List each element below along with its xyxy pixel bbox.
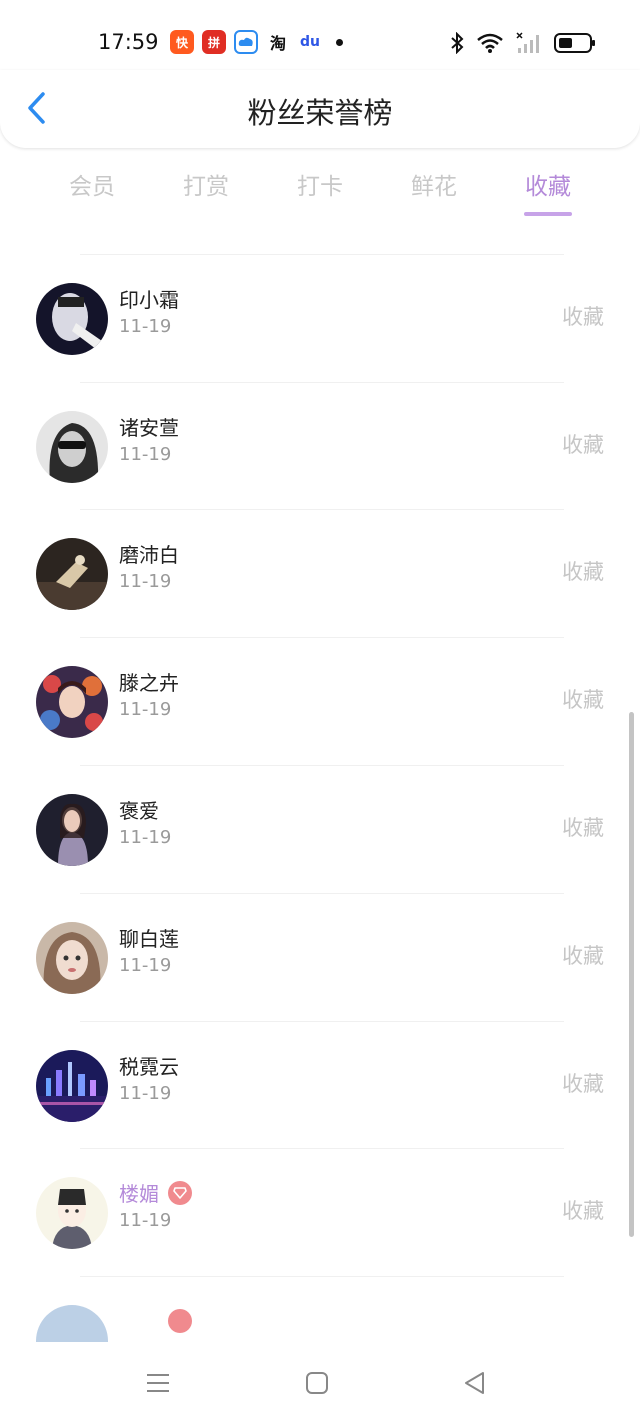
system-nav-bar	[0, 1342, 640, 1422]
user-name: 聊白莲	[119, 926, 179, 951]
home-square-icon	[306, 1372, 328, 1394]
cloud-app-icon	[234, 30, 258, 54]
avatar[interactable]	[36, 410, 108, 483]
favorite-date: 11-19	[119, 315, 172, 337]
avatar[interactable]	[36, 538, 108, 611]
baidu-icon: du	[298, 30, 322, 54]
tab-tips[interactable]: 打赏	[149, 158, 263, 220]
vip-diamond-icon	[168, 1309, 192, 1334]
list-item[interactable]: 诸安萱 11-19 收藏	[0, 383, 640, 511]
status-indicators	[450, 30, 595, 56]
avatar[interactable]	[36, 666, 108, 739]
tab-checkin[interactable]: 打卡	[263, 158, 377, 220]
list-item[interactable]: 楼媚 11-19 收藏	[0, 1149, 640, 1278]
avatar[interactable]	[36, 1177, 108, 1250]
favorite-date: 11-19	[119, 954, 172, 976]
list-item[interactable]	[0, 1277, 640, 1342]
avatar[interactable]	[36, 921, 108, 994]
tab-membership[interactable]: 会员	[35, 158, 149, 220]
favorite-label: 收藏	[562, 560, 604, 585]
list-item[interactable]: 磨沛白 11-19 收藏	[0, 510, 640, 639]
page-title: 粉丝荣誉榜	[247, 96, 393, 130]
favorite-label: 收藏	[562, 1071, 604, 1096]
favorite-label: 收藏	[562, 943, 604, 968]
kuaishou-icon: 快	[170, 30, 194, 54]
avatar[interactable]	[36, 282, 108, 355]
user-name: 楼媚	[119, 1182, 159, 1207]
avatar[interactable]	[36, 1305, 108, 1342]
tab-flowers[interactable]: 鲜花	[377, 158, 491, 220]
battery-level	[559, 38, 572, 48]
tab-bar: 会员 打赏 打卡 鲜花 收藏	[0, 158, 640, 220]
pinduoduo-icon: 拼	[202, 30, 226, 54]
avatar[interactable]	[36, 793, 108, 866]
list-item[interactable]: 11-20 收藏	[0, 234, 640, 255]
battery-icon	[554, 33, 595, 53]
list-item[interactable]: 滕之卉 11-19 收藏	[0, 638, 640, 766]
favorite-date: 11-19	[119, 1082, 172, 1104]
user-name: 磨沛白	[119, 543, 179, 568]
favorite-label: 收藏	[562, 815, 604, 840]
favorite-date: 11-19	[119, 571, 172, 593]
user-name: 滕之卉	[119, 671, 179, 696]
favorite-date: 11-19	[119, 443, 172, 465]
top-bar: 粉丝荣誉榜	[0, 70, 640, 148]
avatar[interactable]	[36, 1049, 108, 1122]
list-item[interactable]: 褒爱 11-19 收藏	[0, 766, 640, 894]
favorite-label: 收藏	[562, 1199, 604, 1224]
scrollbar[interactable]	[629, 712, 634, 1237]
more-notifications-dot	[336, 38, 343, 46]
back-nav-button[interactable]	[455, 1368, 495, 1398]
signal-icon	[516, 32, 539, 53]
home-button[interactable]	[297, 1368, 337, 1398]
favorite-label: 收藏	[562, 304, 604, 329]
user-name: 诸安萱	[119, 415, 179, 440]
status-time: 17:59	[98, 30, 159, 54]
tab-favorites[interactable]: 收藏	[491, 158, 605, 220]
menu-icon	[147, 1374, 169, 1392]
menu-button[interactable]	[138, 1368, 178, 1398]
list-item[interactable]: 印小霜 11-19 收藏	[0, 255, 640, 383]
taobao-icon: 淘	[266, 30, 290, 54]
notification-icons: 快 拼 淘 du	[170, 30, 343, 54]
fan-list-content: 11-20 收藏 印小霜 11-19 收藏 诸安萱 11-19 收藏	[0, 234, 640, 1342]
back-triangle-icon	[465, 1372, 484, 1394]
favorite-date: 11-19	[119, 1210, 172, 1232]
vip-diamond-icon	[168, 1181, 192, 1206]
favorite-label: 收藏	[562, 432, 604, 457]
list-item[interactable]: 聊白莲 11-19 收藏	[0, 894, 640, 1022]
user-name: 税霓云	[119, 1054, 179, 1079]
favorite-date: 11-19	[119, 699, 172, 721]
favorite-date: 11-19	[119, 826, 172, 848]
fan-list[interactable]: 11-20 收藏 印小霜 11-19 收藏 诸安萱 11-19 收藏	[0, 234, 640, 1342]
bluetooth-icon	[451, 32, 464, 54]
user-name: 印小霜	[119, 287, 179, 312]
user-name: 褒爱	[119, 798, 159, 823]
wifi-icon	[477, 33, 503, 53]
favorite-label: 收藏	[562, 688, 604, 713]
list-item[interactable]: 税霓云 11-19 收藏	[0, 1022, 640, 1150]
